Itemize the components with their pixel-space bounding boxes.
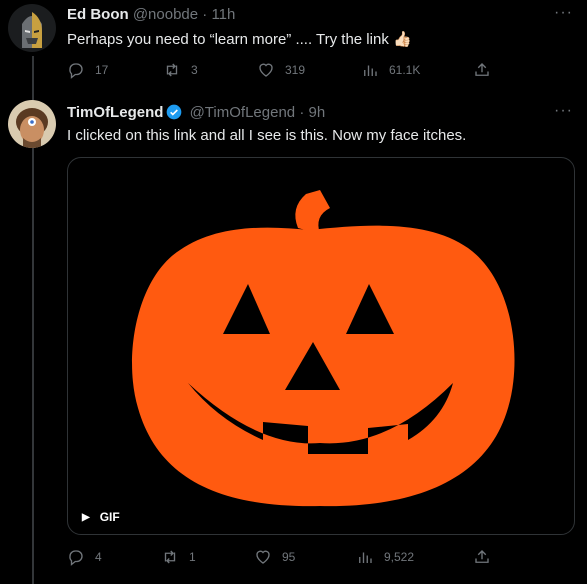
view-count: 9,522 (384, 550, 415, 564)
views-icon (364, 65, 377, 76)
pumpkin-image (132, 190, 515, 507)
timestamp[interactable]: · 11h (202, 6, 235, 23)
tweet-text: Perhaps you need to “learn more” .... Tr… (67, 31, 412, 48)
more-options-button[interactable]: ··· (554, 4, 573, 22)
tweet-actions: 17 3 319 61.1K (67, 61, 497, 81)
view-count: 61.1K (389, 63, 421, 77)
views-button[interactable]: 9,522 (356, 548, 414, 566)
like-button[interactable]: 95 (254, 548, 295, 566)
tweet-actions: 4 1 95 9,522 (67, 548, 497, 568)
like-button[interactable]: 319 (257, 61, 305, 79)
play-icon: ▶ (82, 511, 90, 523)
retweet-count: 1 (189, 550, 196, 564)
share-icon (475, 550, 489, 563)
reply-icon (69, 63, 83, 79)
verified-badge-icon (167, 104, 182, 120)
like-count: 95 (282, 550, 296, 564)
more-options-button[interactable]: ··· (554, 102, 573, 120)
display-name[interactable]: Ed Boon (67, 6, 129, 23)
retweet-icon (164, 550, 176, 564)
avatar[interactable] (8, 100, 56, 148)
user-handle[interactable]: @TimOfLegend (190, 104, 296, 121)
display-name[interactable]: TimOfLegend (67, 104, 163, 121)
reply-button[interactable]: 17 (67, 61, 108, 79)
like-count: 319 (285, 63, 306, 77)
tweet-header: Ed Boon @noobde · 11h (67, 6, 235, 23)
timestamp[interactable]: · 9h (299, 104, 325, 121)
share-icon (475, 63, 489, 76)
reply-button[interactable]: 4 (67, 548, 102, 566)
tweet-header: TimOfLegend @TimOfLegend · 9h (67, 104, 325, 121)
tweet-timoflegend[interactable]: TimOfLegend @TimOfLegend · 9h ··· I clic… (0, 96, 587, 584)
tweet-text: I clicked on this link and all I see is … (67, 127, 467, 144)
retweet-count: 3 (191, 63, 198, 77)
heart-icon (259, 63, 273, 77)
gif-media[interactable]: ▶ GIF (67, 157, 575, 535)
retweet-button[interactable]: 1 (161, 548, 196, 566)
reply-count: 4 (95, 550, 102, 564)
gif-label: GIF (99, 510, 120, 524)
reply-count: 17 (95, 63, 109, 77)
reply-icon (69, 550, 83, 566)
tweet-ed-boon[interactable]: Ed Boon @noobde · 11h ··· Perhaps you ne… (0, 0, 587, 88)
share-button[interactable] (473, 548, 501, 566)
avatar[interactable] (8, 4, 56, 52)
gif-badge[interactable]: ▶ GIF (82, 510, 120, 524)
heart-icon (256, 550, 270, 564)
views-button[interactable]: 61.1K (361, 61, 420, 79)
retweet-icon (166, 63, 178, 77)
share-button[interactable] (473, 61, 501, 79)
user-handle[interactable]: @noobde (133, 6, 198, 23)
views-icon (359, 552, 372, 563)
retweet-button[interactable]: 3 (163, 61, 198, 79)
